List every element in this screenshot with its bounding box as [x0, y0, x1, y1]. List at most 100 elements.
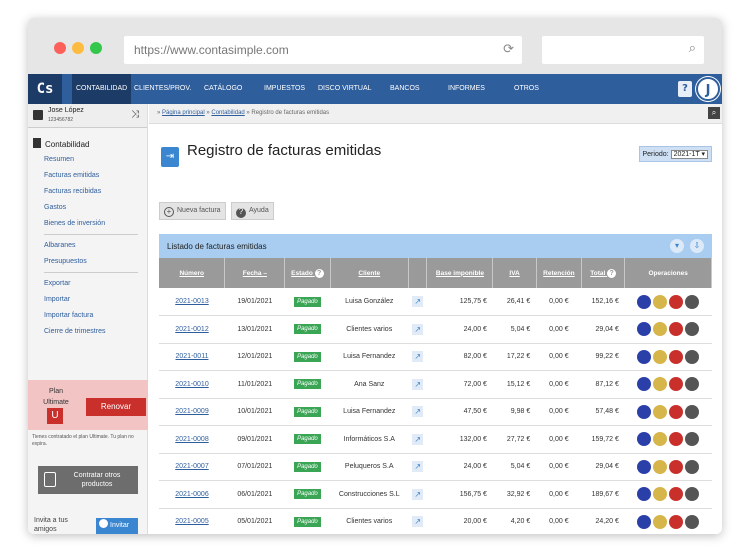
- chart-icon[interactable]: ↗: [412, 378, 424, 390]
- maximize-window-icon[interactable]: [90, 42, 102, 54]
- header-base[interactable]: Base imponible: [426, 258, 494, 288]
- print-icon[interactable]: [669, 404, 684, 419]
- status-badge[interactable]: Pagado: [294, 379, 321, 390]
- payment-icon[interactable]: [653, 377, 668, 392]
- period-selector[interactable]: Periodo: 2021-1T ▾: [638, 146, 712, 162]
- invoice-link[interactable]: 2021-0009: [175, 408, 208, 415]
- attach-icon[interactable]: [637, 432, 652, 447]
- address-bar[interactable]: https://www.contasimple.com ⟳: [124, 36, 522, 64]
- more-options-icon[interactable]: [685, 322, 700, 337]
- sidebar-item-bienes-inversion[interactable]: Bienes de inversión: [44, 220, 105, 227]
- print-icon[interactable]: [669, 377, 684, 392]
- more-options-icon[interactable]: [685, 514, 700, 529]
- attach-icon[interactable]: [637, 349, 652, 364]
- table-row[interactable]: 2021-0007 07/01/2021 Pagado Peluqueros S.A ↗…: [159, 453, 712, 481]
- sidebar-item-albaranes[interactable]: Albaranes: [44, 242, 76, 249]
- payment-icon[interactable]: [653, 404, 668, 419]
- chart-icon[interactable]: ↗: [412, 433, 424, 445]
- print-icon[interactable]: [669, 514, 684, 529]
- attach-icon[interactable]: [637, 487, 652, 502]
- status-badge[interactable]: Pagado: [294, 516, 321, 527]
- payment-icon[interactable]: [653, 349, 668, 364]
- help-icon[interactable]: ?: [678, 81, 692, 97]
- invoice-link[interactable]: 2021-0006: [175, 491, 208, 498]
- other-products-button[interactable]: Contratar otros productos: [38, 466, 138, 494]
- chart-icon[interactable]: ↗: [412, 296, 424, 307]
- print-icon[interactable]: [669, 432, 684, 447]
- nav-otros[interactable]: OTROS: [514, 74, 539, 104]
- table-row[interactable]: 2021-0006 06/01/2021 Pagado Construcciones …: [159, 480, 712, 509]
- status-badge[interactable]: Pagado: [294, 324, 321, 335]
- nav-disco-virtual[interactable]: DISCO VIRTUAL: [318, 74, 372, 104]
- sidebar-item-importar[interactable]: Importar: [44, 296, 70, 303]
- sidebar-item-cierre-trimestres[interactable]: Cierre de trimestres: [44, 328, 105, 335]
- more-options-icon[interactable]: [685, 404, 700, 419]
- nav-contabilidad[interactable]: CONTABILIDAD: [72, 74, 132, 104]
- table-row[interactable]: 2021-0012 13/01/2021 Pagado Clientes varios…: [159, 315, 712, 344]
- header-total[interactable]: Total ?: [581, 258, 626, 288]
- invoice-link[interactable]: 2021-0013: [175, 298, 208, 305]
- search-icon[interactable]: ⌕: [708, 107, 720, 119]
- breadcrumb-section[interactable]: Contabilidad: [211, 110, 244, 116]
- sidebar-item-gastos[interactable]: Gastos: [44, 204, 66, 211]
- invite-button[interactable]: Invitar: [96, 518, 138, 534]
- print-icon[interactable]: [669, 349, 684, 364]
- status-badge[interactable]: Pagado: [294, 489, 321, 500]
- more-options-icon[interactable]: [685, 349, 700, 364]
- table-row[interactable]: 2021-0009 10/01/2021 Pagado Luisa Fernandez…: [159, 398, 712, 426]
- invoice-link[interactable]: 2021-0007: [175, 463, 208, 470]
- table-row[interactable]: 2021-0011 12/01/2021 Pagado Luisa Fernandez…: [159, 343, 712, 371]
- reload-icon[interactable]: ⟳: [503, 41, 514, 57]
- payment-icon[interactable]: [653, 432, 668, 447]
- sidebar-item-facturas-recibidas[interactable]: Facturas recibidas: [44, 188, 101, 195]
- print-icon[interactable]: [669, 459, 684, 474]
- attach-icon[interactable]: [637, 514, 652, 529]
- app-logo[interactable]: Cs: [28, 74, 62, 104]
- sidebar-item-presupuestos[interactable]: Presupuestos: [44, 258, 87, 265]
- table-row[interactable]: 2021-0005 05/01/2021 Pagado Clientes varios…: [159, 508, 712, 534]
- chart-icon[interactable]: ↗: [412, 488, 424, 500]
- nav-informes[interactable]: INFORMES: [448, 74, 485, 104]
- header-iva[interactable]: IVA: [492, 258, 537, 288]
- status-badge[interactable]: Pagado: [294, 434, 321, 445]
- attach-icon[interactable]: [637, 322, 652, 337]
- minimize-window-icon[interactable]: [72, 42, 84, 54]
- status-badge[interactable]: Pagado: [294, 351, 321, 362]
- header-cliente[interactable]: Cliente: [330, 258, 409, 288]
- attach-icon[interactable]: [637, 377, 652, 392]
- nav-impuestos[interactable]: IMPUESTOS: [264, 74, 305, 104]
- payment-icon[interactable]: [653, 487, 668, 502]
- chart-icon[interactable]: ↗: [412, 351, 424, 363]
- payment-icon[interactable]: [653, 459, 668, 474]
- sidebar-item-resumen[interactable]: Resumen: [44, 156, 74, 163]
- print-icon[interactable]: [669, 487, 684, 502]
- chart-icon[interactable]: ↗: [412, 323, 424, 335]
- invoice-link[interactable]: 2021-0005: [175, 518, 208, 525]
- header-estado[interactable]: Estado ?: [284, 258, 331, 288]
- invoice-link[interactable]: 2021-0011: [176, 353, 209, 360]
- sidebar-item-facturas-emitidas[interactable]: Facturas emitidas: [44, 172, 99, 179]
- help-button[interactable]: ? Ayuda: [231, 202, 274, 220]
- payment-icon[interactable]: [653, 514, 668, 529]
- chart-icon[interactable]: ↗: [412, 461, 424, 473]
- invoice-link[interactable]: 2021-0012: [175, 326, 208, 333]
- status-badge[interactable]: Pagado: [294, 461, 321, 472]
- table-row[interactable]: 2021-0013 19/01/2021 Pagado Luisa González ↗…: [159, 288, 712, 316]
- attach-icon[interactable]: [637, 459, 652, 474]
- status-badge[interactable]: Pagado: [294, 406, 321, 417]
- avatar[interactable]: J: [696, 77, 720, 101]
- nav-bancos[interactable]: BANCOS: [390, 74, 420, 104]
- chart-icon[interactable]: ↗: [412, 516, 424, 528]
- header-numero[interactable]: Número: [159, 258, 226, 288]
- switch-user-icon[interactable]: ⤨: [131, 109, 139, 120]
- table-row[interactable]: 2021-0010 11/01/2021 Pagado Ana Sanz ↗ 72,00 …: [159, 370, 712, 399]
- print-icon[interactable]: [669, 294, 684, 309]
- period-select[interactable]: 2021-1T ▾: [670, 150, 708, 159]
- more-options-icon[interactable]: [685, 459, 700, 474]
- filter-icon[interactable]: ▾: [670, 239, 684, 253]
- invoice-link[interactable]: 2021-0008: [175, 436, 208, 443]
- status-badge[interactable]: Pagado: [294, 296, 321, 307]
- attach-icon[interactable]: [637, 294, 652, 309]
- more-options-icon[interactable]: [685, 432, 700, 447]
- attach-icon[interactable]: [637, 404, 652, 419]
